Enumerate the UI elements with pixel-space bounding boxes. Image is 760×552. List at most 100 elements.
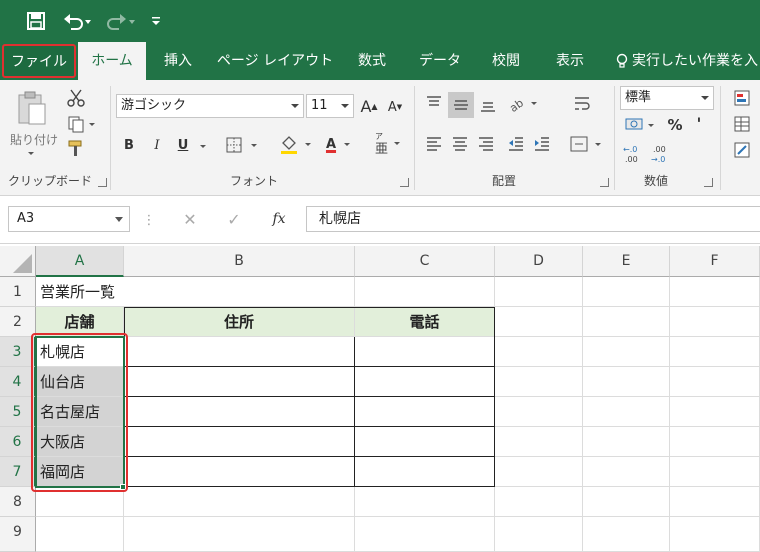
number-format-select[interactable]: 標準 (620, 86, 714, 110)
align-right-icon[interactable] (474, 132, 498, 156)
column-header-b[interactable]: B (124, 246, 355, 277)
increase-decimal-icon[interactable]: ←.0.00 (620, 142, 646, 166)
number-launcher-icon[interactable] (704, 178, 713, 187)
cell-e5[interactable] (583, 397, 670, 427)
alignment-launcher-icon[interactable] (600, 178, 609, 187)
cell-c7[interactable] (355, 457, 495, 487)
cell-d1[interactable] (495, 277, 583, 307)
middle-align-icon[interactable] (448, 92, 474, 118)
confirm-entry-icon[interactable]: ✓ (222, 208, 246, 230)
select-all-button[interactable] (0, 246, 36, 277)
cell-c1[interactable] (355, 277, 495, 307)
column-header-e[interactable]: E (583, 246, 670, 277)
font-color-icon[interactable]: A (318, 132, 358, 156)
cell-c9[interactable] (355, 517, 495, 552)
decrease-indent-icon[interactable] (504, 132, 528, 156)
redo-icon[interactable] (104, 9, 140, 33)
cell-b5[interactable] (124, 397, 355, 427)
tab-review[interactable]: 校閲 (478, 42, 534, 80)
align-left-icon[interactable] (422, 132, 446, 156)
undo-icon[interactable] (60, 9, 96, 33)
cell-f6[interactable] (670, 427, 760, 457)
cell-styles-icon[interactable] (728, 140, 760, 160)
percent-button[interactable]: % (664, 114, 686, 136)
paste-dropdown-icon[interactable] (22, 148, 36, 158)
name-box[interactable]: A3 (8, 206, 130, 232)
increase-indent-icon[interactable] (530, 132, 554, 156)
cell-b1[interactable] (124, 277, 355, 307)
paste-icon[interactable] (12, 88, 52, 128)
tab-insert[interactable]: 挿入 (150, 42, 206, 80)
copy-icon[interactable] (64, 114, 100, 134)
format-as-table-icon[interactable] (728, 114, 760, 134)
insert-function-icon[interactable]: fx (266, 208, 292, 230)
underline-dropdown-icon[interactable] (194, 136, 208, 156)
row-header-8[interactable]: 8 (0, 487, 36, 517)
tell-me-box[interactable]: 実行したい作業を入 (616, 42, 760, 80)
cell-d5[interactable] (495, 397, 583, 427)
font-size-select[interactable]: 11 (306, 94, 354, 118)
paste-label[interactable]: 貼り付け (4, 130, 64, 148)
italic-button[interactable]: I (146, 134, 168, 156)
tab-data[interactable]: データ (408, 42, 472, 80)
cell-b8[interactable] (124, 487, 355, 517)
cell-e2[interactable] (583, 307, 670, 337)
cell-b7[interactable] (124, 457, 355, 487)
wrap-text-icon[interactable] (570, 92, 594, 116)
bottom-align-icon[interactable] (476, 92, 500, 116)
cell-e6[interactable] (583, 427, 670, 457)
cell-f3[interactable] (670, 337, 760, 367)
tab-page-layout[interactable]: ページ レイアウト (212, 42, 338, 80)
cell-d9[interactable] (495, 517, 583, 552)
cell-f9[interactable] (670, 517, 760, 552)
cell-f8[interactable] (670, 487, 760, 517)
cell-f4[interactable] (670, 367, 760, 397)
tab-file[interactable]: ファイル (2, 44, 76, 78)
comma-button[interactable]: ' (690, 112, 708, 134)
align-center-icon[interactable] (448, 132, 472, 156)
column-header-a[interactable]: A (36, 246, 124, 277)
column-header-c[interactable]: C (355, 246, 495, 277)
cell-d8[interactable] (495, 487, 583, 517)
conditional-formatting-icon[interactable] (728, 88, 760, 108)
customize-qat-icon[interactable] (148, 9, 164, 33)
row-header-1[interactable]: 1 (0, 277, 36, 307)
cell-a1[interactable]: 営業所一覧 (36, 277, 124, 307)
column-header-f[interactable]: F (670, 246, 760, 277)
cell-c3[interactable] (355, 337, 495, 367)
clipboard-launcher-icon[interactable] (98, 178, 107, 187)
row-header-9[interactable]: 9 (0, 517, 36, 552)
cell-e1[interactable] (583, 277, 670, 307)
fill-color-icon[interactable] (276, 134, 318, 156)
splitter-icon[interactable]: ⋮ (143, 210, 156, 230)
formula-input[interactable]: 札幌店 (306, 206, 760, 232)
cell-e4[interactable] (583, 367, 670, 397)
cell-c8[interactable] (355, 487, 495, 517)
cell-a9[interactable] (36, 517, 124, 552)
font-launcher-icon[interactable] (400, 178, 409, 187)
cell-d6[interactable] (495, 427, 583, 457)
cell-b3[interactable] (124, 337, 355, 367)
bold-button[interactable]: B (118, 134, 140, 156)
tab-formulas[interactable]: 数式 (344, 42, 400, 80)
grow-font-icon[interactable]: A ▲ (358, 94, 380, 118)
cell-e8[interactable] (583, 487, 670, 517)
cell-b9[interactable] (124, 517, 355, 552)
column-header-d[interactable]: D (495, 246, 583, 277)
top-align-icon[interactable] (422, 92, 446, 116)
cell-c4[interactable] (355, 367, 495, 397)
cell-c6[interactable] (355, 427, 495, 457)
format-painter-icon[interactable] (66, 138, 88, 158)
row-header-2[interactable]: 2 (0, 307, 36, 337)
cell-b6[interactable] (124, 427, 355, 457)
cut-icon[interactable] (66, 88, 86, 108)
cell-d3[interactable] (495, 337, 583, 367)
orientation-icon[interactable]: ab (506, 92, 542, 116)
cell-e3[interactable] (583, 337, 670, 367)
currency-format-icon[interactable] (622, 114, 660, 136)
cell-f7[interactable] (670, 457, 760, 487)
cell-f1[interactable] (670, 277, 760, 307)
merge-center-icon[interactable] (566, 132, 608, 156)
cell-e9[interactable] (583, 517, 670, 552)
cancel-entry-icon[interactable]: ✕ (178, 208, 202, 230)
